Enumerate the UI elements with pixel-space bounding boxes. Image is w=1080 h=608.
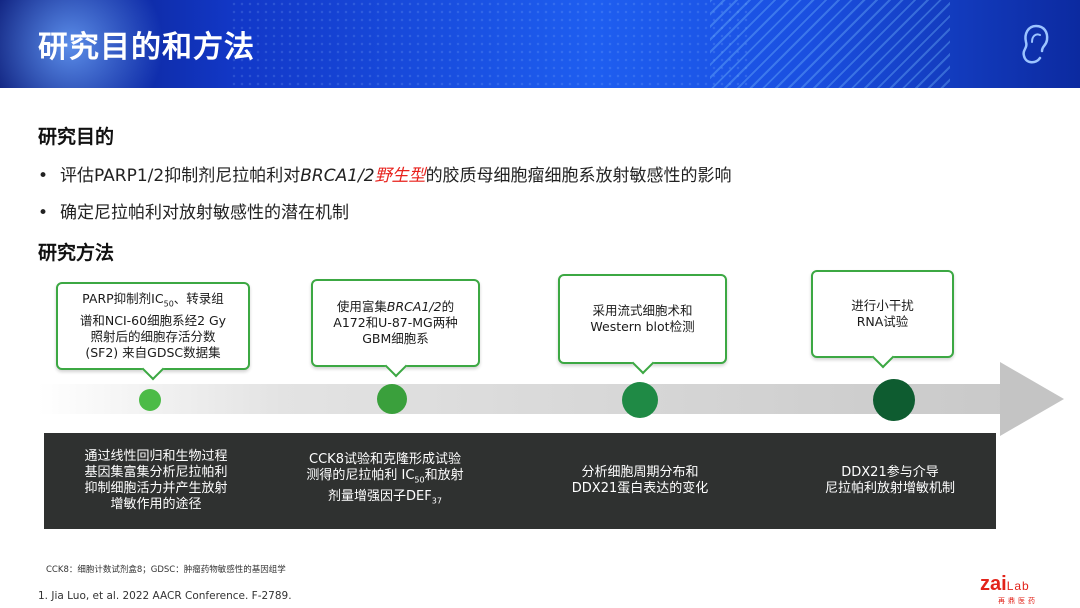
result-text: 剂量增强因子DEF bbox=[328, 489, 432, 504]
logo-subtitle: 再鼎医药 bbox=[998, 597, 1038, 605]
step-2-callout: 使用富集BRCA1/2的 A172和U-87-MG两种 GBM细胞系 bbox=[311, 279, 480, 378]
callout-text: GBM细胞系 bbox=[362, 331, 429, 346]
subscript: 37 bbox=[431, 496, 442, 506]
reference: 1. Jia Luo, et al. 2022 AACR Conference.… bbox=[38, 590, 292, 602]
result-text: 抑制细胞活力并产生放射 bbox=[84, 481, 228, 496]
timeline-arrow-head bbox=[1000, 362, 1064, 436]
result-text: 增敏作用的途径 bbox=[110, 497, 202, 512]
callout-text: A172和U-87-MG两种 bbox=[333, 315, 458, 330]
zailab-logo: zaiLab 再鼎医药 bbox=[980, 573, 1060, 605]
step-3-result: 分析细胞周期分布和 DDX21蛋白表达的变化 bbox=[540, 433, 740, 529]
bullet-text-suffix: 的胶质母细胞瘤细胞系放射敏感性的影响 bbox=[425, 166, 732, 186]
step-1-callout: PARP抑制剂IC50、转录组 谱和NCI-60细胞系经2 Gy 照射后的细胞存… bbox=[56, 282, 250, 381]
purpose-bullet-2: • 确定尼拉帕利对放射敏感性的潜在机制 bbox=[38, 198, 349, 223]
milestone-3-dot bbox=[622, 382, 658, 418]
methods-title: 研究方法 bbox=[38, 242, 115, 264]
purpose-bullet-1: • 评估PARP1/2抑制剂尼拉帕利对BRCA1/2野生型的胶质母细胞瘤细胞系放射… bbox=[38, 161, 732, 186]
bullet-text: 确定尼拉帕利对放射敏感性的潜在机制 bbox=[60, 203, 349, 223]
bullet-dot: • bbox=[38, 203, 49, 223]
logo-lab: Lab bbox=[1006, 579, 1030, 593]
timeline-arrow bbox=[38, 384, 1010, 414]
result-text: 和放射 bbox=[424, 468, 464, 484]
result-text: 尼拉帕利放射增敏机制 bbox=[824, 481, 955, 496]
dot-pattern bbox=[230, 0, 750, 88]
callout-text: 的 bbox=[441, 299, 455, 314]
gene-name: BRCA1/2 bbox=[300, 166, 375, 186]
result-text: 通过线性回归和生物过程 bbox=[84, 449, 228, 464]
callout-text: 进行小干扰 bbox=[851, 298, 914, 313]
step-2-result: CCK8试验和克隆形成试验 测得的尼拉帕利 IC50和放射 剂量增强因子DEF3… bbox=[290, 433, 480, 529]
bullet-dot: • bbox=[38, 166, 49, 186]
result-text: DDX21蛋白表达的变化 bbox=[571, 481, 709, 496]
callout-text: RNA试验 bbox=[856, 314, 909, 329]
callout-text: (SF2) 来自GDSC数据集 bbox=[85, 344, 221, 360]
logo-brand: zai bbox=[980, 573, 1007, 595]
callout-text: 使用富集 bbox=[336, 299, 387, 314]
callout-text: Western blot检测 bbox=[590, 319, 695, 334]
header-banner: 研究目的和方法 bbox=[0, 0, 1080, 88]
callout-text: 、转录组 bbox=[173, 291, 224, 307]
stripe-pattern bbox=[710, 0, 950, 88]
subscript: 50 bbox=[163, 299, 174, 309]
result-text: DDX21参与介导 bbox=[841, 465, 939, 480]
step-3-callout: 采用流式细胞术和 Western blot检测 bbox=[558, 274, 727, 375]
step-4-callout: 进行小干扰 RNA试验 bbox=[811, 270, 954, 369]
page-title: 研究目的和方法 bbox=[38, 30, 255, 65]
abbreviation-footnote: CCK8：细胞计数试剂盒8；GDSC：肿瘤药物敏感性的基因组学 bbox=[46, 565, 286, 575]
purpose-title: 研究目的 bbox=[38, 126, 115, 148]
ear-icon bbox=[1022, 24, 1049, 64]
callout-text: 采用流式细胞术和 bbox=[592, 303, 693, 318]
milestone-1-dot bbox=[139, 389, 161, 411]
result-text: 测得的尼拉帕利 IC bbox=[306, 468, 415, 484]
subscript: 50 bbox=[414, 476, 425, 485]
milestone-4-dot bbox=[873, 379, 915, 421]
result-text: 分析细胞周期分布和 bbox=[581, 465, 699, 480]
callout-text: 谱和NCI-60细胞系经2 Gy bbox=[79, 312, 227, 328]
step-4-result: DDX21参与介导 尼拉帕利放射增敏机制 bbox=[800, 433, 980, 529]
wild-type-highlight: 野生型 bbox=[374, 166, 426, 186]
milestone-2-dot bbox=[377, 384, 407, 414]
callout-text: 照射后的细胞存活分数 bbox=[90, 328, 216, 344]
result-text: 基因集富集分析尼拉帕利 bbox=[84, 465, 228, 480]
gene-name: BRCA1/2 bbox=[386, 299, 442, 314]
callout-text: PARP抑制剂IC bbox=[82, 291, 164, 307]
step-1-result: 通过线性回归和生物过程 基因集富集分析尼拉帕利 抑制细胞活力并产生放射 增敏作用… bbox=[54, 433, 258, 529]
result-text: CCK8试验和克隆形成试验 bbox=[309, 452, 461, 468]
bullet-text-prefix: 评估PARP1/2抑制剂尼拉帕利对 bbox=[60, 166, 301, 186]
